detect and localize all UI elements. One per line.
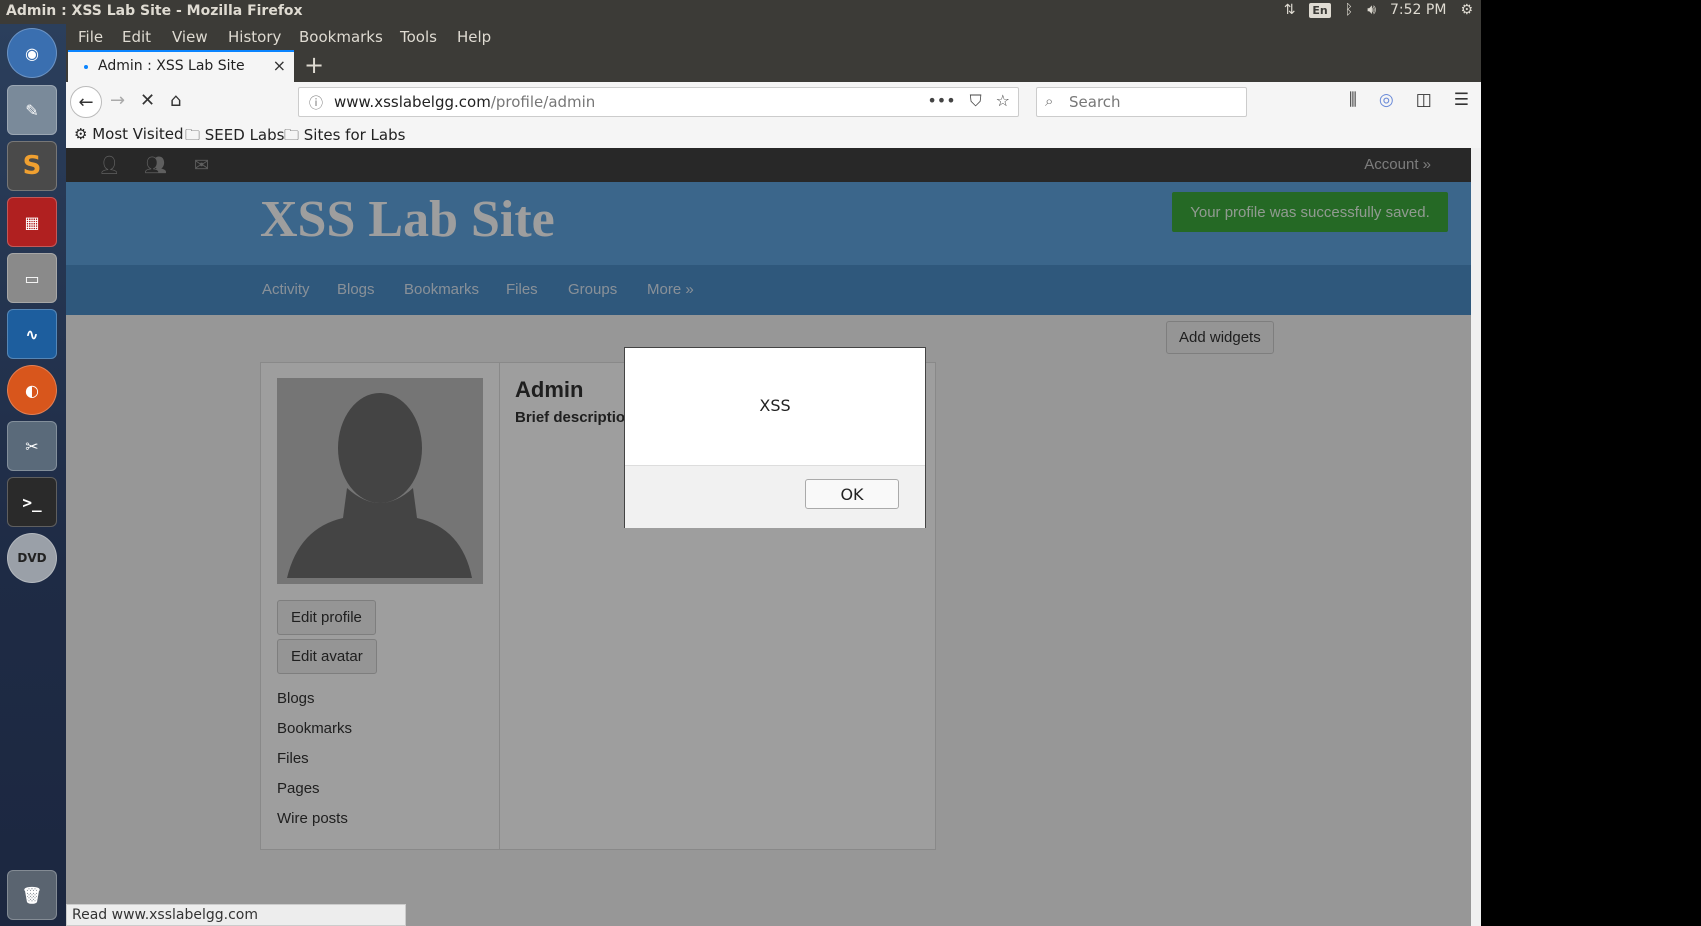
tab-loading-dot [84, 65, 88, 69]
stop-loading-icon[interactable]: ✕ [140, 90, 155, 111]
bookmark-most-visited[interactable]: ⚙ Most Visited [74, 125, 184, 143]
bookmark-seed-labs[interactable]: 🗀 SEED Labs [185, 125, 284, 150]
hamburger-menu-icon[interactable]: ☰ [1454, 90, 1469, 110]
menu-file[interactable]: File [78, 28, 103, 46]
terminal-icon[interactable]: >_ [7, 477, 57, 527]
firefox-menubar: File Edit View History Bookmarks Tools H… [66, 24, 1481, 50]
tab-strip: Admin : XSS Lab Site × + [66, 50, 1481, 82]
menu-edit[interactable]: Edit [122, 28, 151, 46]
url-bar[interactable]: ⓘ www.xsslabelgg.com/profile/admin ••• ⛉… [298, 87, 1019, 117]
search-bar[interactable]: ⌕ Search [1036, 87, 1247, 117]
system-settings-icon[interactable]: ✂ [7, 421, 57, 471]
url-host: www.xsslabelgg.com [334, 93, 491, 111]
clock[interactable]: 7:52 PM [1390, 2, 1446, 18]
wireshark-icon[interactable]: ∿ [7, 309, 57, 359]
unity-launcher: ◉ ✎ S ▦ ▭ ∿ ◐ ✂ >_ DVD 🗑︎ [0, 24, 66, 926]
menu-bookmarks[interactable]: Bookmarks [299, 28, 383, 46]
bookmark-star-icon[interactable]: ☆ [996, 91, 1010, 111]
navigation-toolbar: ← → ✕ ⌂ ⓘ www.xsslabelgg.com/profile/adm… [66, 82, 1481, 122]
sublime-text-icon[interactable]: S [7, 141, 57, 191]
window-title: Admin : XSS Lab Site - Mozilla Firefox [6, 3, 303, 19]
trash-icon[interactable]: 🗑︎ [7, 870, 57, 920]
menu-tools[interactable]: Tools [400, 28, 437, 46]
settings-gear-icon[interactable]: ⚙ [1460, 2, 1473, 18]
keyboard-layout-indicator[interactable]: En [1309, 2, 1331, 18]
firefox-icon[interactable]: ◐ [7, 365, 57, 415]
search-placeholder: Search [1069, 93, 1121, 111]
back-arrow-icon[interactable]: ← [70, 86, 102, 118]
dvd-icon[interactable]: DVD [7, 533, 57, 583]
system-tray: ⇅ En ᛒ 🔊︎ 7:52 PM ⚙ [1284, 2, 1473, 18]
alert-dialog: XSS OK [624, 347, 926, 528]
toolbar-right: ⫼ ◎ ◫ ☰ [1349, 90, 1469, 110]
search-icon: ⌕ [1045, 92, 1054, 110]
url-path: /profile/admin [490, 93, 596, 111]
tab-admin[interactable]: Admin : XSS Lab Site × [68, 50, 294, 82]
network-icon[interactable]: ⇅ [1284, 2, 1296, 18]
home-icon[interactable]: ⌂ [170, 90, 181, 111]
menu-view[interactable]: View [172, 28, 208, 46]
tab-close-icon[interactable]: × [273, 56, 286, 75]
bookmark-label: Most Visited [92, 125, 184, 143]
forward-arrow-icon[interactable]: → [110, 90, 125, 111]
bluetooth-icon[interactable]: ᛒ [1345, 2, 1353, 18]
menu-help[interactable]: Help [457, 28, 491, 46]
bookmark-sites-for-labs[interactable]: 🗀 Sites for Labs [284, 125, 405, 150]
folder-icon: 🗀 [284, 126, 304, 144]
modal-overlay [66, 148, 1471, 926]
new-tab-button[interactable]: + [304, 51, 324, 79]
library-icon[interactable]: ⫼ [1349, 90, 1357, 110]
url-text: www.xsslabelgg.com/profile/admin [334, 93, 595, 111]
bookmark-label: SEED Labs [204, 126, 285, 144]
url-actions: ••• ⛉ ☆ [927, 91, 1010, 111]
gear-icon: ⚙ [74, 125, 93, 143]
ubuntu-dash-icon[interactable]: ◉ [7, 28, 57, 78]
system-top-panel: Admin : XSS Lab Site - Mozilla Firefox ⇅… [0, 0, 1481, 24]
volume-icon[interactable]: 🔊︎ [1367, 2, 1376, 18]
alert-message: XSS [759, 396, 791, 415]
page-scrollbar[interactable] [1471, 148, 1481, 926]
bookmark-label: Sites for Labs [303, 126, 406, 144]
extension-icon[interactable]: ◎ [1379, 90, 1394, 110]
bookmarks-toolbar: ⚙ Most Visited 🗀 SEED Labs 🗀 Sites for L… [66, 122, 1481, 149]
folder-icon: 🗀 [185, 126, 205, 144]
web-page: 👤︎ 👥︎ ✉ Account » XSS Lab Site Your prof… [66, 148, 1471, 926]
status-bar: Read www.xsslabelgg.com [66, 904, 406, 926]
ok-button[interactable]: OK [805, 479, 899, 509]
alert-footer: OK [625, 465, 925, 528]
text-editor-icon[interactable]: ✎ [7, 85, 57, 135]
sidebar-icon[interactable]: ◫ [1416, 90, 1432, 110]
page-actions-icon[interactable]: ••• [927, 91, 955, 111]
pocket-icon[interactable]: ⛉ [970, 91, 982, 111]
site-info-icon[interactable]: ⓘ [309, 93, 323, 113]
file-manager-icon[interactable]: ▭ [7, 253, 57, 303]
remote-desktop-icon[interactable]: ▦ [7, 197, 57, 247]
tab-title: Admin : XSS Lab Site [98, 58, 245, 74]
menu-history[interactable]: History [228, 28, 281, 46]
